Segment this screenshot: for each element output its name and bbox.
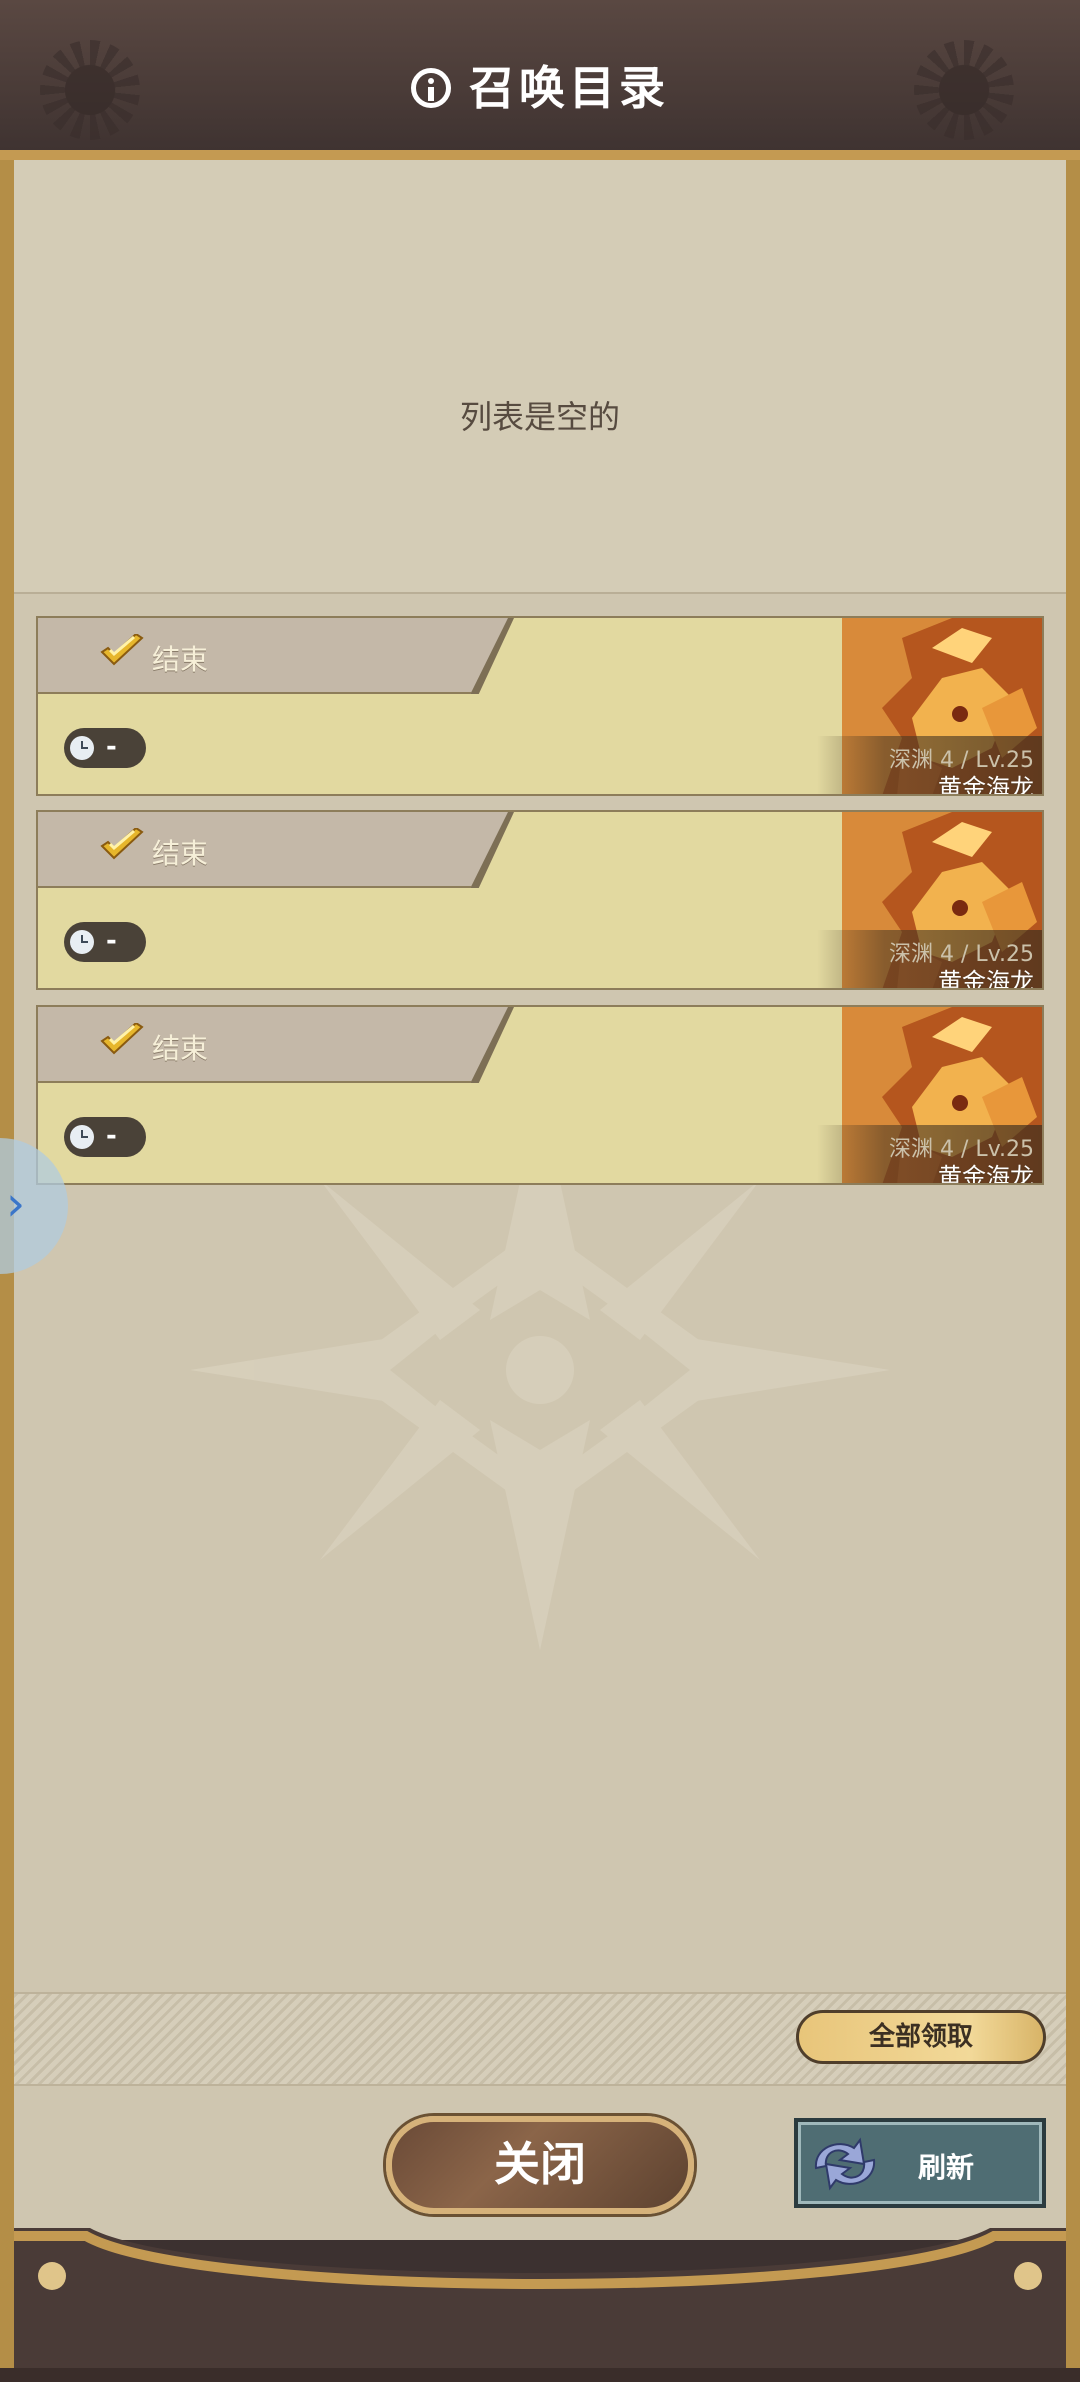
summon-record-card[interactable]: 结束 - 深渊 4 / Lv.25 黄金海龙 <box>36 616 1044 796</box>
clock-icon <box>70 1125 94 1149</box>
close-button[interactable]: 关闭 <box>386 2116 694 2214</box>
refresh-button[interactable]: 刷新 <box>794 2118 1046 2208</box>
monster-name: 黄金海龙 <box>938 968 1034 990</box>
empty-list-area: 列表是空的 <box>14 160 1066 594</box>
chevron-right-icon: › <box>6 1176 26 1232</box>
timer-badge: - <box>64 922 146 962</box>
monster-name: 黄金海龙 <box>938 1163 1034 1185</box>
monster-name: 黄金海龙 <box>938 774 1034 796</box>
timer-value: - <box>106 732 117 762</box>
clock-icon <box>70 930 94 954</box>
page-title: 召唤目录 <box>0 52 1080 118</box>
status-label: 结束 <box>152 643 209 676</box>
title-bar: 召唤目录 <box>0 0 1080 160</box>
claim-all-button[interactable]: 全部领取 <box>796 2010 1046 2064</box>
check-icon <box>100 634 144 666</box>
check-icon <box>100 1023 144 1055</box>
status-label: 结束 <box>152 837 209 870</box>
timer-badge: - <box>64 728 146 768</box>
page-title-text: 召唤目录 <box>469 61 669 115</box>
status-label: 结束 <box>152 1032 209 1065</box>
clock-icon <box>70 736 94 760</box>
timer-value: - <box>106 1121 117 1151</box>
refresh-icon <box>814 2137 876 2191</box>
info-icon[interactable] <box>411 68 451 108</box>
empty-list-message: 列表是空的 <box>459 398 620 436</box>
summon-record-card[interactable]: 结束 - 深渊 4 / Lv.25 黄金海龙 <box>36 810 1044 990</box>
timer-badge: - <box>64 1117 146 1157</box>
summon-record-card[interactable]: 结束 - 深渊 4 / Lv.25 黄金海龙 <box>36 1005 1044 1185</box>
bottom-frame-decoration <box>0 2228 1080 2382</box>
timer-value: - <box>106 926 117 956</box>
refresh-label: 刷新 <box>918 2151 975 2184</box>
check-icon <box>100 828 144 860</box>
